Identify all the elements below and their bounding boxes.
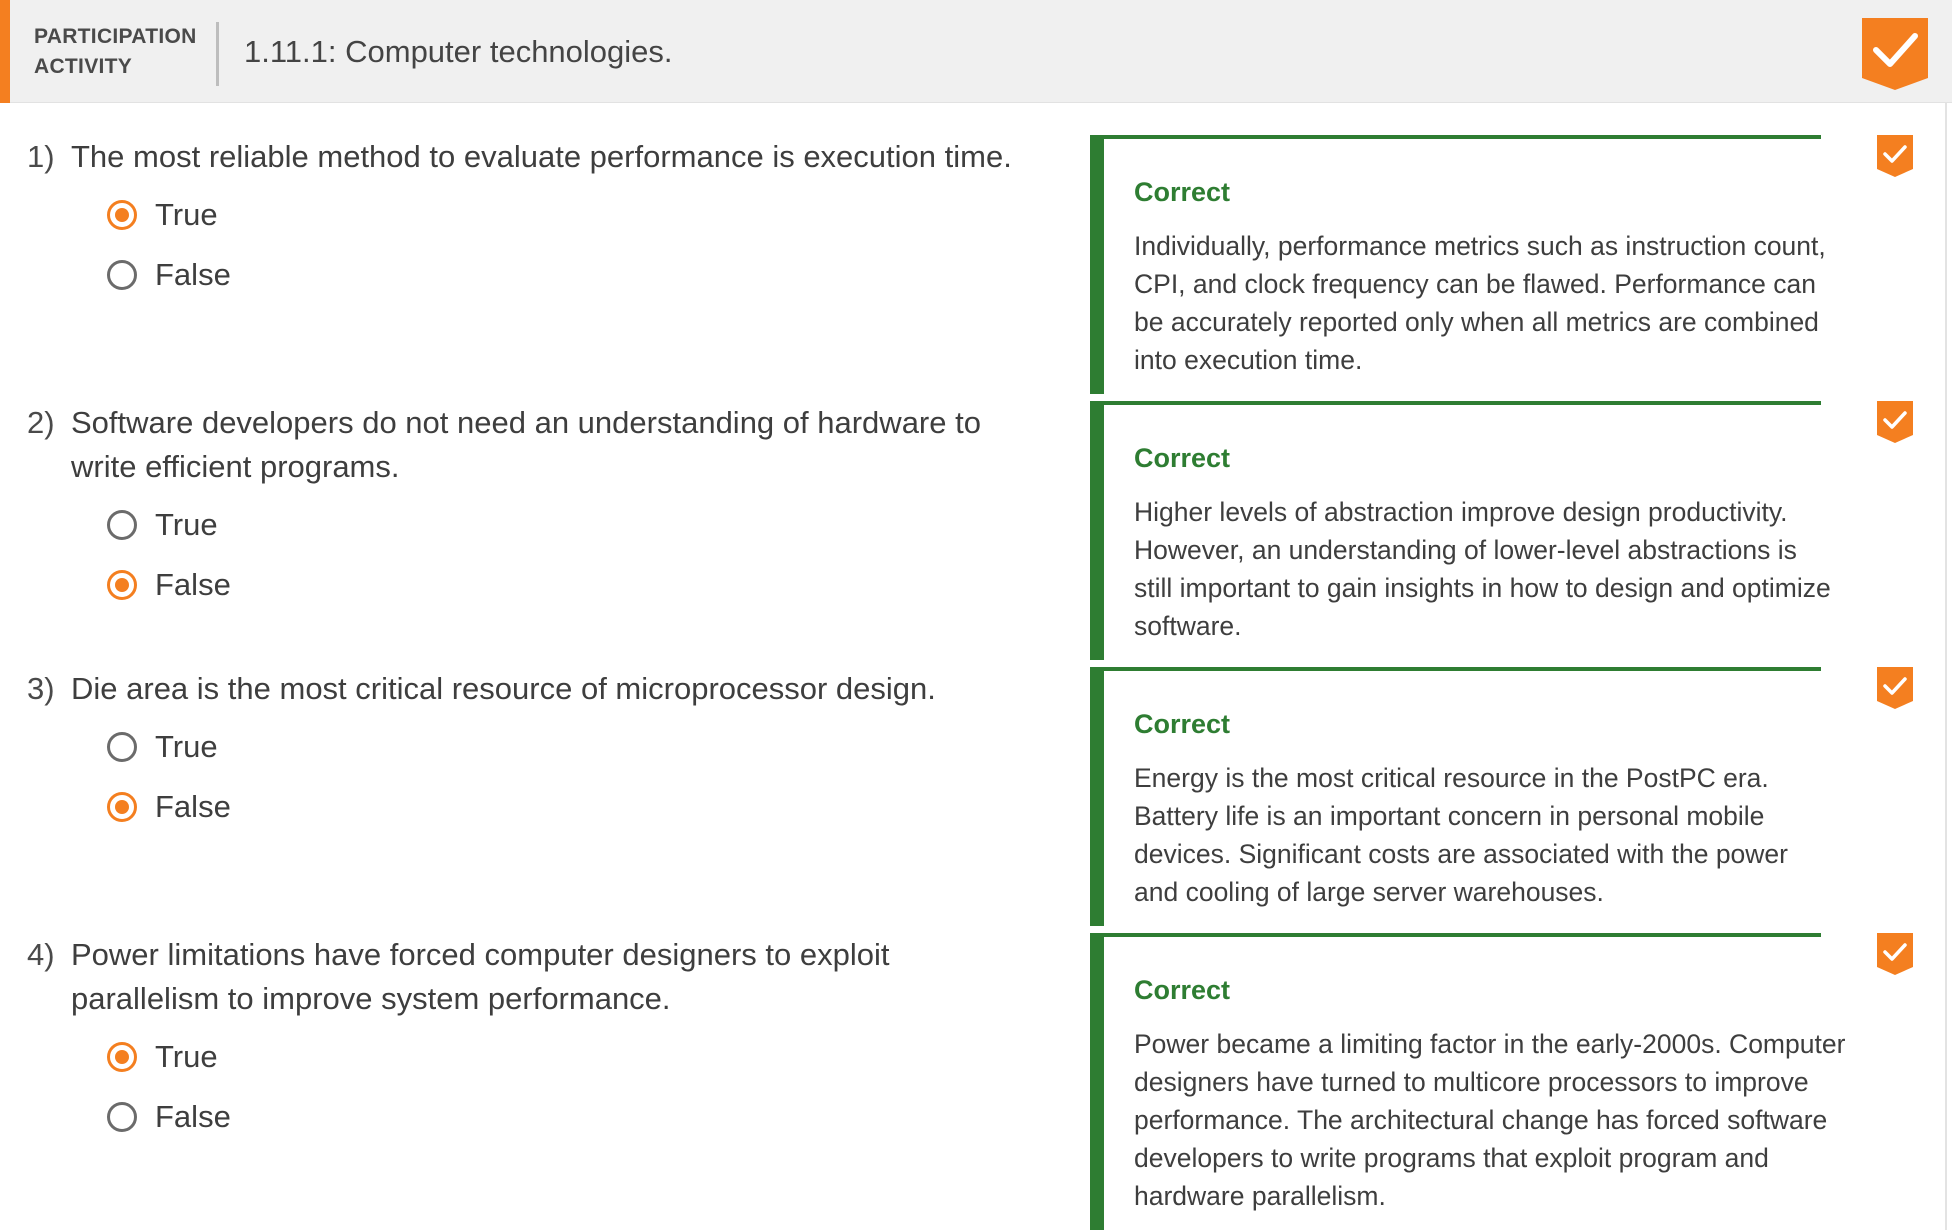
option-label: True (155, 729, 218, 764)
feedback-text: Higher levels of abstraction improve des… (1134, 497, 1831, 641)
radio-unselected-icon[interactable] (107, 732, 137, 762)
feedback-status: Correct (1134, 709, 1231, 739)
option-label: False (155, 567, 231, 602)
radio-selected-icon[interactable] (107, 1042, 137, 1072)
option-false[interactable]: False (107, 563, 231, 607)
question-3: 3) Die area is the most critical resourc… (0, 667, 1080, 917)
question-text: Die area is the most critical resource o… (71, 671, 936, 706)
question-check-icon (1877, 933, 1913, 975)
check-badge-icon (1862, 18, 1928, 90)
radio-unselected-icon[interactable] (107, 1102, 137, 1132)
option-false[interactable]: False (107, 785, 231, 829)
feedback-status: Correct (1134, 975, 1231, 1005)
radio-unselected-icon[interactable] (107, 260, 137, 290)
option-true[interactable]: True (107, 193, 218, 237)
feedback-status: Correct (1134, 177, 1231, 207)
radio-unselected-icon[interactable] (107, 510, 137, 540)
question-text: Power limitations have forced computer d… (71, 937, 890, 1016)
content-border (1945, 103, 1947, 1230)
question-check-icon (1877, 401, 1913, 443)
feedback-panel-2: Correct Higher levels of abstraction imp… (1090, 401, 1831, 660)
option-false[interactable]: False (107, 253, 231, 297)
option-true[interactable]: True (107, 725, 218, 769)
option-false[interactable]: False (107, 1095, 231, 1139)
radio-selected-icon[interactable] (107, 200, 137, 230)
feedback-panel-1: Correct Individually, performance metric… (1090, 135, 1826, 394)
question-4: 4) Power limitations have forced compute… (0, 933, 1080, 1193)
option-label: True (155, 1039, 218, 1074)
feedback-panel-3: Correct Energy is the most critical reso… (1090, 667, 1821, 926)
activity-title: 1.11.1: Computer technologies. (244, 34, 673, 69)
option-true[interactable]: True (107, 503, 218, 547)
question-number: 1) (27, 139, 55, 174)
option-label: False (155, 789, 231, 824)
header-divider (216, 22, 219, 86)
header-accent-bar (0, 0, 10, 103)
feedback-text: Power became a limiting factor in the ea… (1134, 1029, 1846, 1211)
feedback-status: Correct (1134, 443, 1231, 473)
question-number: 2) (27, 405, 55, 440)
option-label: True (155, 507, 218, 542)
question-number: 4) (27, 937, 55, 972)
activity-type-label: PARTICIPATION ACTIVITY (34, 25, 197, 78)
question-2: 2) Software developers do not need an un… (0, 401, 1080, 661)
feedback-text: Individually, performance metrics such a… (1134, 231, 1826, 375)
feedback-panel-4: Correct Power became a limiting factor i… (1090, 933, 1845, 1230)
activity-header: PARTICIPATION ACTIVITY 1.11.1: Computer … (0, 0, 1952, 103)
option-label: True (155, 197, 218, 232)
question-text: The most reliable method to evaluate per… (71, 139, 1012, 174)
radio-selected-icon[interactable] (107, 792, 137, 822)
question-number: 3) (27, 671, 55, 706)
question-check-icon (1877, 135, 1913, 177)
option-label: False (155, 257, 231, 292)
option-label: False (155, 1099, 231, 1134)
radio-selected-icon[interactable] (107, 570, 137, 600)
question-1: 1) The most reliable method to evaluate … (0, 135, 1080, 385)
question-text: Software developers do not need an under… (71, 405, 981, 484)
feedback-text: Energy is the most critical resource in … (1134, 763, 1788, 907)
option-true[interactable]: True (107, 1035, 218, 1079)
question-check-icon (1877, 667, 1913, 709)
